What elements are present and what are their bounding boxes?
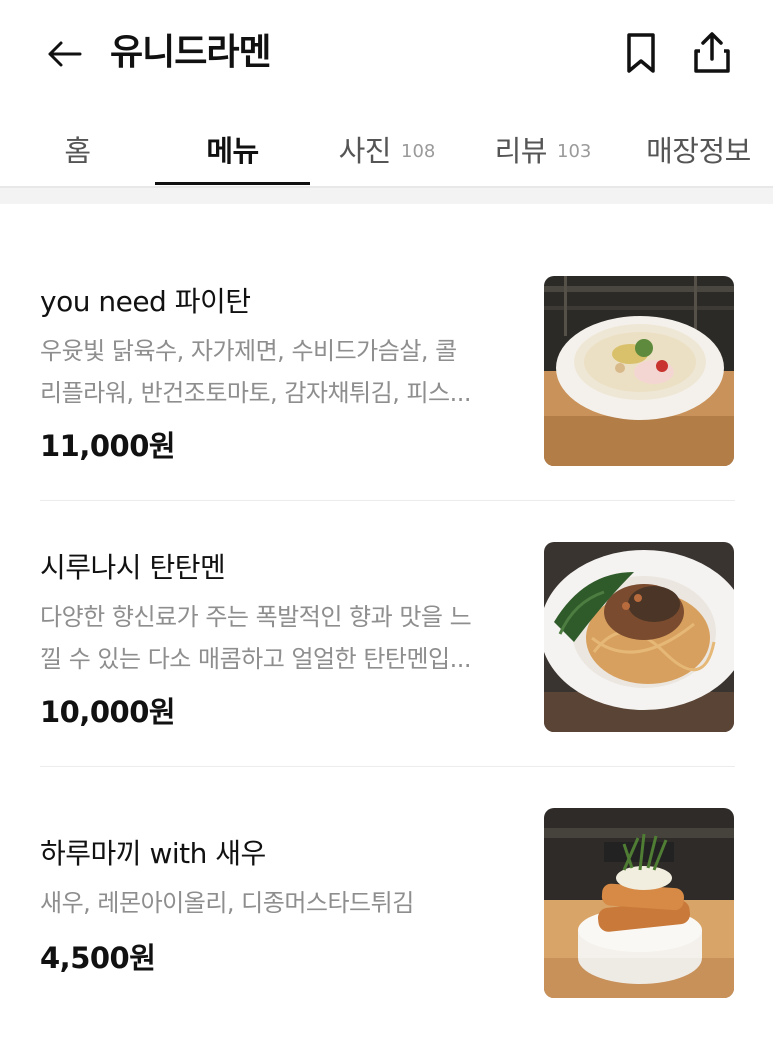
active-tab-indicator <box>155 182 310 185</box>
tab-photos[interactable]: 사진 108 <box>322 112 452 186</box>
share-button[interactable] <box>688 28 736 78</box>
bookmark-icon <box>627 33 655 73</box>
tab-label: 사진 <box>338 134 392 168</box>
menu-item-description: 우윳빛 닭육수, 자가제면, 수비드가슴살, 콜 리플라워, 반건조토마토, 감… <box>40 330 520 414</box>
menu-item-photo <box>544 542 734 732</box>
menu-item-name: you need 파이탄 <box>40 285 251 318</box>
menu-item-description: 새우, 레몬아이올리, 디종머스타드튀김 <box>40 882 520 924</box>
back-button[interactable] <box>40 30 88 78</box>
tab-label: 매장정보 <box>646 134 751 168</box>
section-separator <box>0 188 773 204</box>
arrow-left-icon <box>48 41 82 67</box>
menu-item-price: 11,000원 <box>40 429 176 463</box>
description-line: 우윳빛 닭육수, 자가제면, 수비드가슴살, 콜 <box>40 337 457 365</box>
tab-menu[interactable]: 메뉴 <box>155 112 310 186</box>
menu-item[interactable]: you need 파이탄 우윳빛 닭육수, 자가제면, 수비드가슴살, 콜 리플… <box>40 276 735 472</box>
description-line: 다양한 향신료가 주는 폭발적인 향과 맛을 느 <box>40 603 472 631</box>
tab-bar: 홈 메뉴 사진 108 리뷰 103 매장정보 <box>0 112 773 188</box>
tab-label: 메뉴 <box>206 134 259 168</box>
menu-item[interactable]: 하루마끼 with 새우 새우, 레몬아이올리, 디종머스타드튀김 4,500원 <box>40 808 735 1004</box>
description-line: 리플라워, 반건조토마토, 감자채튀김, 피스... <box>40 379 472 407</box>
store-title: 유니드라멘 <box>110 32 272 73</box>
tab-label: 홈 <box>64 134 91 168</box>
menu-item-price: 4,500원 <box>40 941 156 975</box>
menu-item-price: 10,000원 <box>40 695 176 729</box>
divider <box>40 500 735 501</box>
share-icon <box>694 32 730 73</box>
divider <box>40 766 735 767</box>
tab-label: 리뷰 <box>494 134 548 168</box>
top-bar: 유니드라멘 <box>0 0 773 108</box>
tab-home[interactable]: 홈 <box>30 112 125 186</box>
menu-item-name: 하루마끼 with 새우 <box>40 837 266 870</box>
menu-item-photo <box>544 276 734 466</box>
tab-reviews[interactable]: 리뷰 103 <box>478 112 608 186</box>
menu-item-photo <box>544 808 734 998</box>
tab-count: 108 <box>401 140 436 162</box>
tab-count: 103 <box>557 140 592 162</box>
tab-store-info[interactable]: 매장정보 <box>636 112 761 186</box>
description-line: 새우, 레몬아이올리, 디종머스타드튀김 <box>40 889 414 917</box>
menu-item[interactable]: 시루나시 탄탄멘 다양한 향신료가 주는 폭발적인 향과 맛을 느 낄 수 있는… <box>40 542 735 738</box>
bookmark-button[interactable] <box>617 28 665 78</box>
description-line: 낄 수 있는 다소 매콤하고 얼얼한 탄탄멘입... <box>40 645 472 673</box>
menu-item-name: 시루나시 탄탄멘 <box>40 551 226 584</box>
menu-item-description: 다양한 향신료가 주는 폭발적인 향과 맛을 느 낄 수 있는 다소 매콤하고 … <box>40 596 520 680</box>
